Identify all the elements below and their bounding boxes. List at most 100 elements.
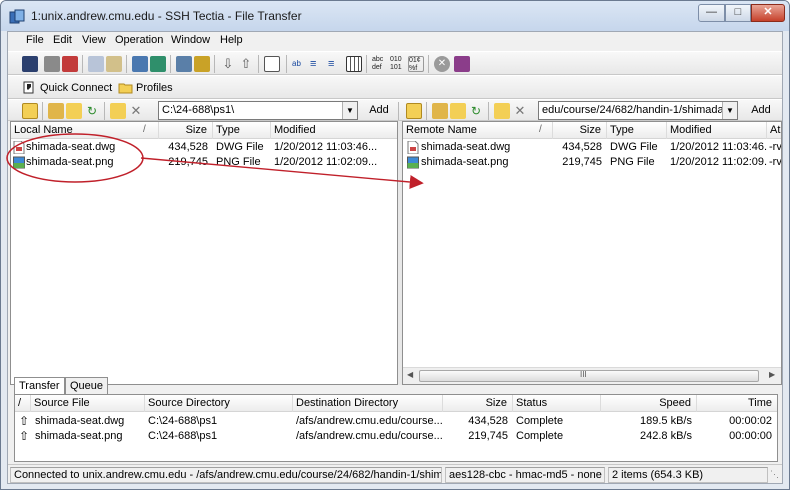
remote-col-size[interactable]: Size bbox=[553, 122, 607, 139]
remote-col-attributes[interactable]: At bbox=[767, 122, 781, 139]
transfer-size: 219,745 bbox=[468, 430, 508, 442]
remote-refresh-icon[interactable]: ↻ bbox=[468, 103, 484, 119]
auto-mode-icon[interactable]: 01¢ %f bbox=[408, 56, 424, 72]
close-button[interactable]: ✕ bbox=[751, 4, 785, 22]
remote-path-combo[interactable]: edu/course/24/682/handin-1/shimada ▼ bbox=[538, 101, 738, 120]
transfer-col-dest-dir[interactable]: Destination Directory bbox=[293, 395, 443, 412]
profiles-button[interactable]: Profiles bbox=[116, 79, 173, 97]
title-bar[interactable]: 1:unix.andrew.cmu.edu - SSH Tectia - Fil… bbox=[1, 1, 789, 31]
local-folder-up-icon[interactable] bbox=[22, 103, 38, 119]
local-col-name[interactable]: Local Name bbox=[11, 122, 159, 139]
help-book-icon[interactable] bbox=[454, 56, 470, 72]
upload-arrow-icon[interactable]: ⇧ bbox=[238, 56, 254, 72]
remote-add-button[interactable]: Add bbox=[746, 101, 776, 120]
chevron-down-icon[interactable]: ▼ bbox=[722, 102, 737, 119]
transfer-col-status[interactable]: Status bbox=[513, 395, 601, 412]
transfer-col-speed[interactable]: Speed bbox=[601, 395, 697, 412]
details-view-icon[interactable] bbox=[346, 56, 362, 72]
file-modified: 1/20/2012 11:02:09... bbox=[274, 156, 378, 168]
scroll-right-icon[interactable]: ▶ bbox=[769, 370, 775, 379]
menu-edit[interactable]: Edit bbox=[53, 34, 72, 46]
remote-delete-icon[interactable]: ✕ bbox=[512, 103, 528, 119]
remote-new-folder-icon[interactable] bbox=[494, 103, 510, 119]
menu-file[interactable]: File bbox=[26, 34, 44, 46]
menu-operation[interactable]: Operation bbox=[115, 34, 163, 46]
local-file-row[interactable]: shimada-seat.dwg 434,528 DWG File 1/20/2… bbox=[11, 140, 397, 155]
remote-file-pane[interactable]: Remote Name / Size Type Modified At shim… bbox=[402, 121, 782, 385]
profile-settings-icon[interactable] bbox=[176, 56, 192, 72]
file-type: PNG File bbox=[610, 156, 655, 168]
transfer-row[interactable]: ⇧ shimada-seat.png C:\24-688\ps1 /afs/an… bbox=[15, 429, 777, 444]
copy-icon[interactable] bbox=[88, 56, 104, 72]
local-home-icon[interactable] bbox=[48, 103, 64, 119]
transfer-source-file: shimada-seat.png bbox=[35, 430, 123, 442]
local-col-type[interactable]: Type bbox=[213, 122, 271, 139]
remote-file-row[interactable]: shimada-seat.png 219,745 PNG File 1/20/2… bbox=[403, 155, 781, 170]
ascii-mode-icon[interactable]: abc def bbox=[372, 56, 388, 72]
remote-folder-up-icon[interactable] bbox=[406, 103, 422, 119]
local-file-pane[interactable]: Local Name / Size Type Modified shimada-… bbox=[10, 121, 398, 385]
menu-view[interactable]: View bbox=[82, 34, 106, 46]
status-bar: Connected to unix.andrew.cmu.edu - /afs/… bbox=[8, 464, 782, 483]
local-parent-folder-icon[interactable] bbox=[66, 103, 82, 119]
local-refresh-icon[interactable]: ↻ bbox=[84, 103, 100, 119]
new-terminal-icon[interactable] bbox=[132, 56, 148, 72]
file-type: DWG File bbox=[216, 141, 264, 153]
keys-icon[interactable] bbox=[194, 56, 210, 72]
paste-icon[interactable] bbox=[106, 56, 122, 72]
local-col-modified[interactable]: Modified bbox=[271, 122, 397, 139]
transfer-col-source-file[interactable]: Source File bbox=[31, 395, 145, 412]
transfer-time: 00:00:00 bbox=[729, 430, 772, 442]
transfer-status: Complete bbox=[516, 430, 564, 442]
small-icons-view-icon[interactable]: ≡ bbox=[310, 56, 326, 72]
local-add-button[interactable]: Add bbox=[364, 101, 394, 120]
local-path-combo[interactable]: C:\24-688\ps1\ ▼ bbox=[158, 101, 358, 120]
transfer-source-file: shimada-seat.dwg bbox=[35, 415, 125, 427]
local-col-size[interactable]: Size bbox=[159, 122, 213, 139]
file-modified: 1/20/2012 11:02:09... bbox=[670, 156, 767, 168]
file-name: shimada-seat.png bbox=[421, 156, 509, 168]
transfer-col-time[interactable]: Time bbox=[697, 395, 777, 412]
png-file-icon bbox=[13, 156, 25, 169]
transfer-col-source-dir[interactable]: Source Directory bbox=[145, 395, 293, 412]
chevron-down-icon[interactable]: ▼ bbox=[342, 102, 357, 119]
transfer-row[interactable]: ⇧ shimada-seat.dwg C:\24-688\ps1 /afs/an… bbox=[15, 414, 777, 429]
remote-col-name[interactable]: Remote Name bbox=[403, 122, 553, 139]
transfer-speed: 189.5 kB/s bbox=[640, 415, 692, 427]
list-view-icon[interactable] bbox=[264, 56, 280, 72]
transfer-source-dir: C:\24-688\ps1 bbox=[148, 430, 218, 442]
remote-home-icon[interactable] bbox=[432, 103, 448, 119]
remote-file-row[interactable]: shimada-seat.dwg 434,528 DWG File 1/20/2… bbox=[403, 140, 781, 155]
print-icon[interactable] bbox=[44, 56, 60, 72]
tab-transfer[interactable]: Transfer bbox=[14, 377, 65, 394]
scroll-left-icon[interactable]: ◀ bbox=[407, 370, 413, 379]
remote-horizontal-scrollbar[interactable]: ◀ III ▶ bbox=[403, 367, 781, 384]
resize-grip-icon[interactable]: ⋱ bbox=[770, 469, 779, 480]
local-file-row[interactable]: shimada-seat.png 219,745 PNG File 1/20/2… bbox=[11, 155, 397, 170]
stop-icon[interactable]: ✕ bbox=[434, 56, 450, 72]
large-icons-view-icon[interactable]: ab bbox=[292, 56, 308, 72]
tab-queue[interactable]: Queue bbox=[65, 377, 109, 394]
minimize-button[interactable]: — bbox=[698, 4, 725, 22]
local-delete-icon[interactable]: ✕ bbox=[128, 103, 144, 119]
remote-col-type[interactable]: Type bbox=[607, 122, 667, 139]
transfer-list[interactable]: / Source File Source Directory Destinati… bbox=[14, 394, 778, 462]
remote-col-modified[interactable]: Modified bbox=[667, 122, 767, 139]
transfer-col-size[interactable]: Size bbox=[443, 395, 513, 412]
new-file-transfer-icon[interactable] bbox=[150, 56, 166, 72]
maximize-button[interactable]: □ bbox=[725, 4, 751, 22]
local-new-folder-icon[interactable] bbox=[110, 103, 126, 119]
transfer-col-sort[interactable]: / bbox=[15, 395, 31, 412]
menu-window[interactable]: Window bbox=[171, 34, 210, 46]
file-name: shimada-seat.dwg bbox=[421, 141, 511, 153]
disconnect-icon[interactable] bbox=[62, 56, 78, 72]
scroll-thumb[interactable]: III bbox=[419, 370, 759, 382]
binary-mode-icon[interactable]: 010 101 bbox=[390, 56, 406, 72]
remote-parent-folder-icon[interactable] bbox=[450, 103, 466, 119]
save-icon[interactable] bbox=[22, 56, 38, 72]
list-mode-icon[interactable]: ≡ bbox=[328, 56, 344, 72]
quick-connect-button[interactable]: Quick Connect bbox=[20, 79, 112, 97]
download-arrow-icon[interactable]: ⇩ bbox=[220, 56, 236, 72]
menu-help[interactable]: Help bbox=[220, 34, 243, 46]
file-size: 219,745 bbox=[562, 156, 602, 168]
